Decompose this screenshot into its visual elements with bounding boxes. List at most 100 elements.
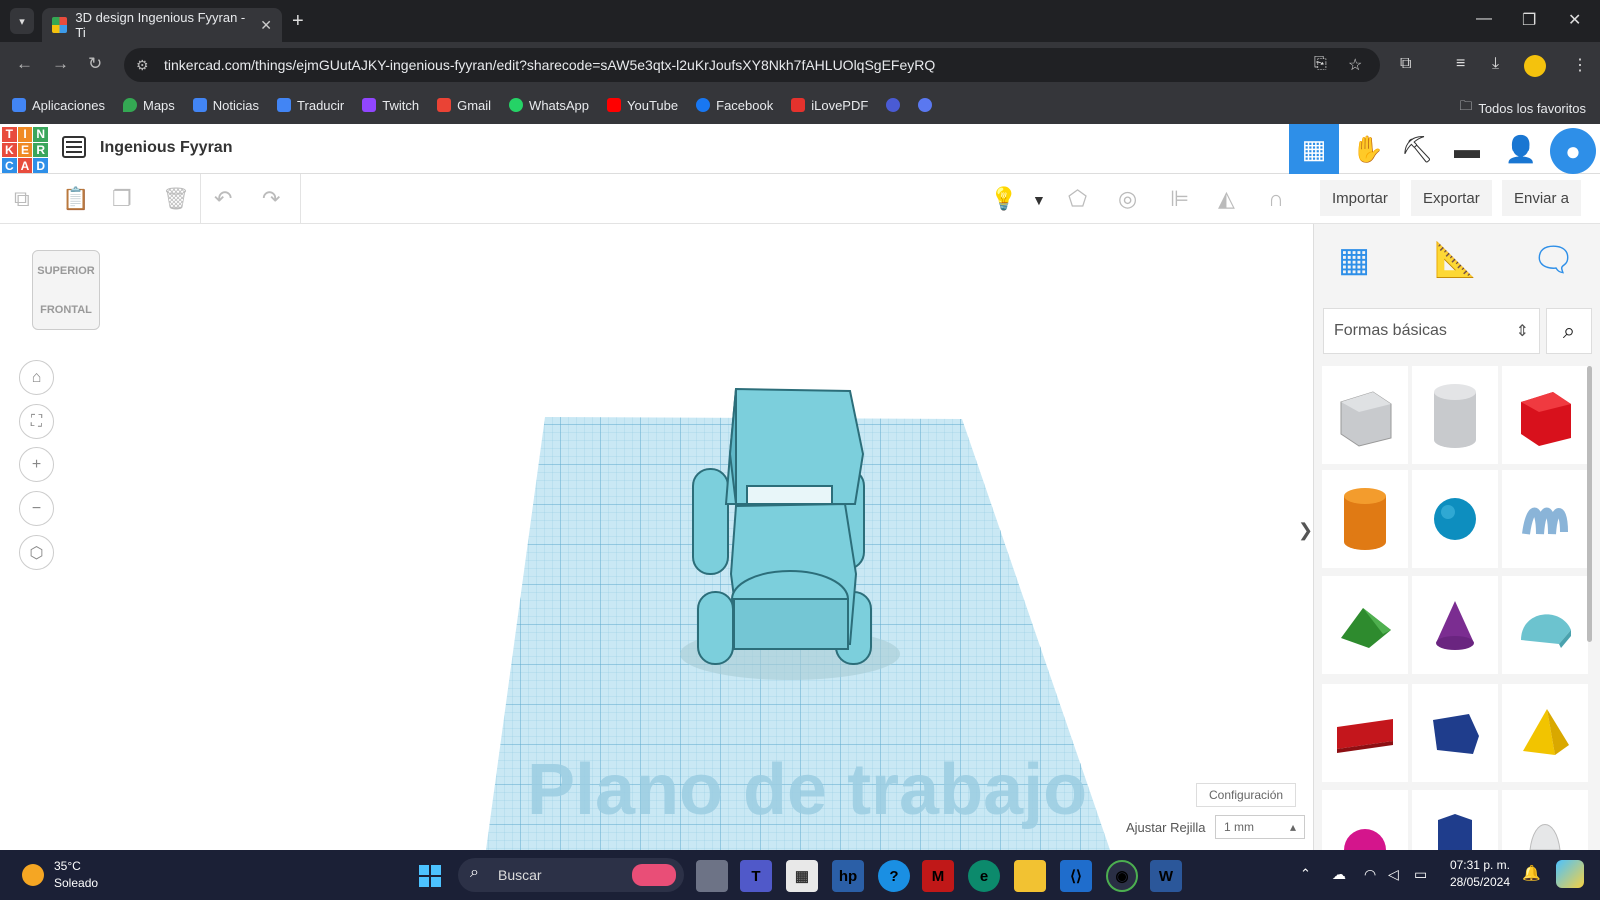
shape-half-cylinder[interactable]: [1502, 576, 1588, 674]
redo-icon[interactable]: ↷: [262, 186, 280, 212]
3d-workspace[interactable]: Plano de trabajo: [0, 224, 1313, 850]
store-icon[interactable]: ▦: [786, 860, 818, 892]
volume-icon[interactable]: ◁: [1388, 866, 1399, 883]
temperature[interactable]: 35°C: [54, 859, 81, 873]
clock-date[interactable]: 28/05/2024: [1446, 875, 1510, 889]
chrome-icon[interactable]: ◉: [1106, 860, 1138, 892]
onedrive-icon[interactable]: ☁: [1332, 866, 1346, 883]
zoom-out-icon[interactable]: −: [19, 491, 54, 526]
bookmark-extra-2[interactable]: [918, 98, 933, 112]
sun-icon[interactable]: [22, 864, 44, 886]
profile-avatar-icon[interactable]: [1524, 55, 1546, 77]
bookmark-traducir[interactable]: Traducir: [277, 98, 344, 113]
myhp-icon[interactable]: hp: [832, 860, 864, 892]
zoom-in-icon[interactable]: +: [19, 447, 54, 482]
bookmark-maps[interactable]: Maps: [123, 98, 175, 113]
import-button[interactable]: Importar: [1320, 180, 1400, 216]
user-avatar[interactable]: ●: [1550, 128, 1596, 174]
wheel-rear-left[interactable]: [697, 591, 734, 665]
shape-scribble[interactable]: [1502, 470, 1588, 568]
brick-icon[interactable]: ▬: [1442, 124, 1492, 174]
3d-design-view-icon[interactable]: ▦: [1289, 124, 1339, 174]
shape-polygon[interactable]: [1412, 684, 1498, 782]
teams-icon[interactable]: T: [740, 860, 772, 892]
bookmark-youtube[interactable]: YouTube: [607, 98, 678, 113]
align-icon[interactable]: ⊫: [1170, 186, 1189, 212]
home-view-icon[interactable]: ⌂: [19, 360, 54, 395]
design-list-icon[interactable]: [62, 136, 86, 158]
edge-icon[interactable]: e: [968, 860, 1000, 892]
ruler-tab-icon[interactable]: 📐: [1434, 240, 1476, 280]
task-view-icon[interactable]: [696, 860, 728, 892]
extensions-icon[interactable]: ⧉: [1400, 55, 1411, 73]
export-button[interactable]: Exportar: [1411, 180, 1492, 216]
fit-view-icon[interactable]: ⛶: [19, 404, 54, 439]
shape-box[interactable]: [1502, 366, 1588, 464]
copilot-icon[interactable]: [1556, 860, 1584, 888]
send-to-button[interactable]: Enviar a: [1502, 180, 1582, 216]
shape-cylinder[interactable]: [1322, 470, 1408, 568]
windows-start-icon[interactable]: [414, 860, 446, 892]
shape-hexagon[interactable]: [1412, 790, 1498, 850]
shape-pyramid[interactable]: [1502, 684, 1588, 782]
minecraft-pickaxe-icon[interactable]: ⛏: [1392, 124, 1442, 174]
wifi-icon[interactable]: ◠: [1364, 866, 1376, 883]
mirror-icon[interactable]: ◭: [1218, 186, 1235, 212]
bookmark-star-icon[interactable]: ☆: [1348, 55, 1362, 75]
shape-half-sphere[interactable]: [1322, 790, 1408, 850]
group-icon[interactable]: ⬠: [1068, 186, 1087, 212]
help-icon[interactable]: ?: [878, 860, 910, 892]
minimize-icon[interactable]: —: [1476, 10, 1492, 28]
shape-cylinder-hole[interactable]: [1412, 366, 1498, 464]
wheel-front-left[interactable]: [692, 468, 729, 575]
viewcube-top-face[interactable]: SUPERIOR: [37, 265, 94, 277]
shape-roof[interactable]: [1322, 576, 1408, 674]
notes-tab-icon[interactable]: 🗨: [1532, 240, 1575, 280]
search-shapes-button[interactable]: ⌕: [1546, 308, 1592, 354]
perspective-icon[interactable]: ⬡: [19, 535, 54, 570]
clock-time[interactable]: 07:31 p. m.: [1446, 858, 1510, 872]
bookmark-gmail[interactable]: Gmail: [437, 98, 491, 113]
battery-icon[interactable]: ▭: [1414, 866, 1427, 883]
add-user-icon[interactable]: 👤: [1496, 124, 1546, 174]
install-app-icon[interactable]: ⎘: [1314, 55, 1327, 73]
chevron-up-icon[interactable]: ⌃: [1300, 866, 1311, 882]
close-tab-icon[interactable]: ✕: [260, 17, 272, 34]
all-favorites-folder[interactable]: 🗀 Todos los favoritos: [1459, 97, 1586, 119]
design-title[interactable]: Ingenious Fyyran: [100, 139, 232, 157]
settings-button[interactable]: Configuración: [1196, 783, 1297, 807]
bookmark-facebook[interactable]: Facebook: [696, 98, 773, 113]
shape-text[interactable]: [1322, 684, 1408, 782]
reload-icon[interactable]: ↻: [88, 54, 102, 74]
forward-icon[interactable]: →: [52, 54, 69, 74]
panel-scrollbar[interactable]: [1587, 366, 1592, 642]
site-settings-icon[interactable]: ⚙: [136, 57, 149, 74]
viewcube-front-face[interactable]: FRONTAL: [40, 304, 92, 316]
menu-icon[interactable]: ⋮: [1572, 55, 1588, 75]
bookmark-aplicaciones[interactable]: Aplicaciones: [12, 98, 105, 113]
undo-icon[interactable]: ↶: [214, 186, 232, 212]
tinkercad-logo[interactable]: TIN KER CAD: [2, 127, 48, 173]
bookmark-twitch[interactable]: Twitch: [362, 98, 419, 113]
shape-box-hole[interactable]: [1322, 366, 1408, 464]
word-icon[interactable]: W: [1150, 860, 1182, 892]
workplane-canvas[interactable]: Plano de trabajo: [0, 224, 1313, 850]
browser-tab-active[interactable]: 3D design Ingenious Fyyran - Ti ✕: [42, 8, 282, 42]
bookmark-whatsapp[interactable]: WhatsApp: [509, 98, 589, 113]
new-tab-button[interactable]: +: [292, 10, 304, 33]
snap-grid-select[interactable]: 1 mm ▴: [1215, 815, 1305, 839]
downloads-icon[interactable]: ⤓: [1492, 55, 1499, 73]
address-bar[interactable]: tinkercad.com/things/ejmGUutAJKY-ingenio…: [124, 48, 1380, 82]
paste-icon[interactable]: 📋: [62, 186, 89, 212]
tab-search-button[interactable]: ▾: [10, 8, 34, 34]
vscode-icon[interactable]: ⟨⟩: [1060, 860, 1092, 892]
duplicate-icon[interactable]: ❐: [112, 186, 132, 212]
shape-sphere[interactable]: [1412, 470, 1498, 568]
view-cube[interactable]: SUPERIOR FRONTAL: [32, 250, 100, 330]
mcafee-icon[interactable]: M: [922, 860, 954, 892]
ungroup-icon[interactable]: ◎: [1118, 186, 1137, 212]
bookmark-extra-1[interactable]: [886, 98, 901, 112]
bookmark-ilovepdf[interactable]: iLovePDF: [791, 98, 868, 113]
back-icon[interactable]: ←: [16, 54, 33, 74]
grid-tab-icon[interactable]: ▦: [1338, 240, 1370, 280]
